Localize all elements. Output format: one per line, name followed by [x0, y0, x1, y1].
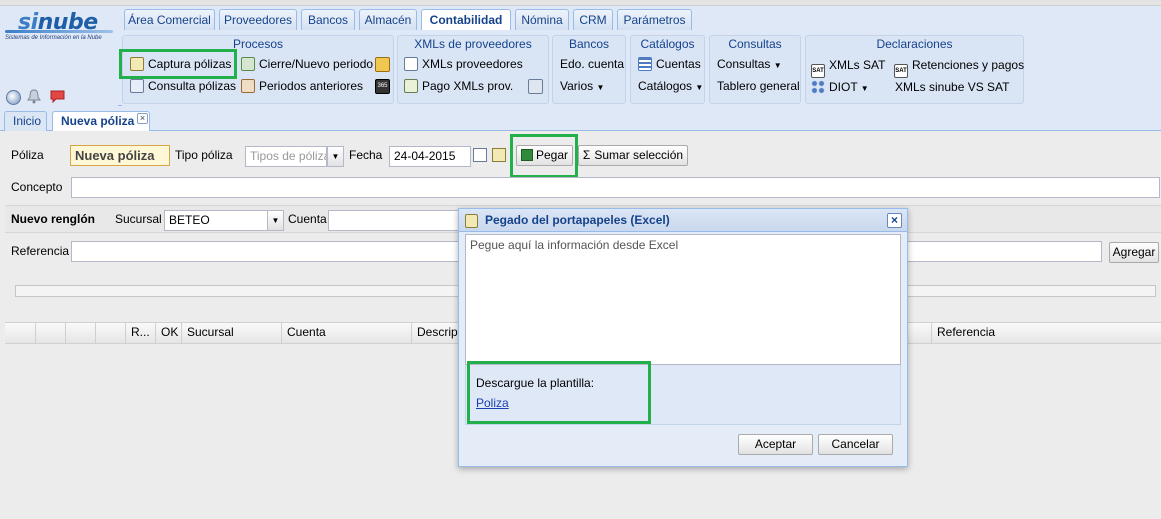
chevron-down-icon: ▼: [860, 84, 869, 93]
grid-col-empty-2[interactable]: [65, 322, 95, 344]
pago-xmls-prov-button[interactable]: Pago XMLs prov.: [404, 78, 513, 94]
logo-subtitle: Sistemas de Información en la Nube: [5, 35, 102, 41]
consulta-polizas-button[interactable]: Consulta pólizas: [130, 78, 236, 94]
excel-paste-icon: [520, 149, 533, 161]
pegar-button[interactable]: Pegar: [516, 145, 573, 166]
xmls-sinube-vs-sat-button[interactable]: XMLs sinube VS SAT: [895, 79, 1010, 95]
xml-extra-icon[interactable]: [528, 79, 543, 94]
dialog-title: Pegado del portapapeles (Excel): [459, 209, 907, 232]
xmls-sat-button[interactable]: SAT XMLs SAT: [811, 57, 885, 78]
logo-swoosh: [5, 30, 113, 33]
cuentas-button[interactable]: Cuentas: [638, 56, 701, 72]
grid-col-referencia[interactable]: Referencia: [931, 322, 1161, 344]
poliza-label: Póliza: [11, 148, 44, 162]
cuenta-label: Cuenta: [288, 212, 327, 226]
fecha-label: Fecha: [349, 148, 383, 162]
sucursal-select[interactable]: BETEO: [164, 210, 268, 231]
cierre-nuevo-periodo-button[interactable]: Cierre/Nuevo periodo: [241, 56, 373, 72]
sigma-icon: Σ: [582, 148, 591, 162]
search-form-icon: [130, 79, 144, 93]
cancelar-button[interactable]: Cancelar: [818, 434, 893, 455]
grid-col-cuenta[interactable]: Cuenta: [281, 322, 411, 344]
group-declaraciones-title: Declaraciones: [876, 37, 953, 51]
catalogos-dropdown[interactable]: Catálogos ▼: [638, 78, 703, 96]
calendar-picker-icon[interactable]: [473, 148, 487, 162]
concepto-label: Concepto: [11, 180, 63, 194]
copy-icon[interactable]: [492, 148, 506, 162]
agregar-button[interactable]: Agregar: [1109, 242, 1159, 263]
xml-payment-icon: [404, 79, 418, 93]
varios-dropdown[interactable]: Varios ▼: [560, 78, 604, 96]
concepto-field[interactable]: [71, 177, 1160, 198]
grid-col-r[interactable]: R...: [125, 322, 155, 344]
group-catalogos-title: Catálogos: [640, 37, 695, 51]
tab-area-comercial[interactable]: Área Comercial: [124, 9, 215, 30]
captura-polizas-button[interactable]: Captura pólizas: [130, 56, 231, 72]
retenciones-pagos-button[interactable]: SAT Retenciones y pagos: [894, 57, 1024, 78]
template-highlight: [467, 361, 651, 424]
chat-icon[interactable]: [50, 90, 65, 104]
tab-crm[interactable]: CRM: [573, 9, 613, 30]
descargue-label: Descargue la plantilla:: [476, 376, 595, 390]
aceptar-button[interactable]: Aceptar: [738, 434, 813, 455]
tab-nomina[interactable]: Nómina: [515, 9, 569, 30]
chevron-down-icon: ▼: [596, 83, 605, 92]
sucursal-label: Sucursal: [115, 212, 162, 226]
tipo-poliza-label: Tipo póliza: [175, 148, 233, 162]
close-tab-icon[interactable]: ×: [137, 113, 148, 124]
periodos-anteriores-button[interactable]: Periodos anteriores: [241, 78, 363, 94]
grid-col-empty-1[interactable]: [35, 322, 65, 344]
page-tab-bar: [0, 106, 1161, 131]
tab-proveedores[interactable]: Proveedores: [219, 9, 297, 30]
poliza-template-link[interactable]: Poliza: [476, 396, 509, 410]
diot-icon: [811, 80, 825, 94]
grid-col-sucursal[interactable]: Sucursal: [181, 322, 281, 344]
tablero-general-button[interactable]: Tablero general: [717, 78, 800, 94]
tipo-poliza-select[interactable]: Tipos de póliza: [245, 146, 327, 167]
clipboard-icon: [465, 214, 478, 228]
sat-icon: SAT: [894, 64, 908, 78]
group-consultas-title: Consultas: [728, 37, 782, 51]
help-icon[interactable]: [6, 90, 21, 105]
nuevo-renglon-label: Nuevo renglón: [11, 212, 96, 226]
poliza-field[interactable]: Nueva póliza: [70, 145, 170, 166]
tab-almacen[interactable]: Almacén: [359, 9, 417, 30]
cuenta-field[interactable]: [328, 210, 463, 231]
archive-icon: [241, 79, 255, 93]
form-icon: [130, 57, 144, 71]
calendar-icon: [241, 57, 255, 71]
sat-icon: SAT: [811, 64, 825, 78]
grid-col-empty-3[interactable]: [95, 322, 125, 344]
chevron-down-icon: ▼: [773, 61, 782, 70]
consultas-dropdown[interactable]: Consultas ▼: [717, 56, 782, 74]
xmls-proveedores-button[interactable]: XMLs proveedores: [404, 56, 523, 72]
list-icon: [638, 57, 652, 71]
sumar-seleccion-button[interactable]: Σ Sumar selección: [578, 145, 688, 166]
excel-paste-textarea[interactable]: Pegue aquí la información desde Excel: [465, 234, 901, 365]
xml-file-icon: [404, 57, 418, 71]
diot-dropdown[interactable]: DIOT ▼: [811, 79, 869, 97]
tab-inicio[interactable]: Inicio: [4, 111, 47, 131]
chevron-down-icon: ▼: [695, 83, 704, 92]
tipo-poliza-dropdown-button[interactable]: ▼: [327, 146, 344, 167]
sucursal-dropdown-button[interactable]: ▼: [267, 210, 284, 231]
grid-col-ok[interactable]: OK: [155, 322, 181, 344]
tab-nueva-poliza[interactable]: Nueva póliza: [52, 111, 150, 131]
edo-cuenta-button[interactable]: Edo. cuenta: [560, 56, 624, 72]
paste-dialog: Pegado del portapapeles (Excel) × Pegue …: [458, 208, 908, 467]
referencia-label: Referencia: [11, 244, 70, 258]
group-bancos-title: Bancos: [568, 37, 610, 51]
close-icon[interactable]: ×: [887, 213, 902, 228]
calendar-grid-icon[interactable]: [375, 57, 390, 72]
tab-parametros[interactable]: Parámetros: [617, 9, 692, 30]
fecha-field[interactable]: 24-04-2015: [389, 146, 471, 167]
year-365-icon[interactable]: 365: [375, 79, 390, 94]
group-xmls-title: XMLs de proveedores: [414, 37, 532, 51]
tab-contabilidad[interactable]: Contabilidad: [421, 9, 511, 31]
tab-bancos[interactable]: Bancos: [301, 9, 355, 30]
grid-col-descripcion[interactable]: Descripc: [411, 322, 459, 344]
notifications-bell-icon[interactable]: [27, 89, 41, 104]
